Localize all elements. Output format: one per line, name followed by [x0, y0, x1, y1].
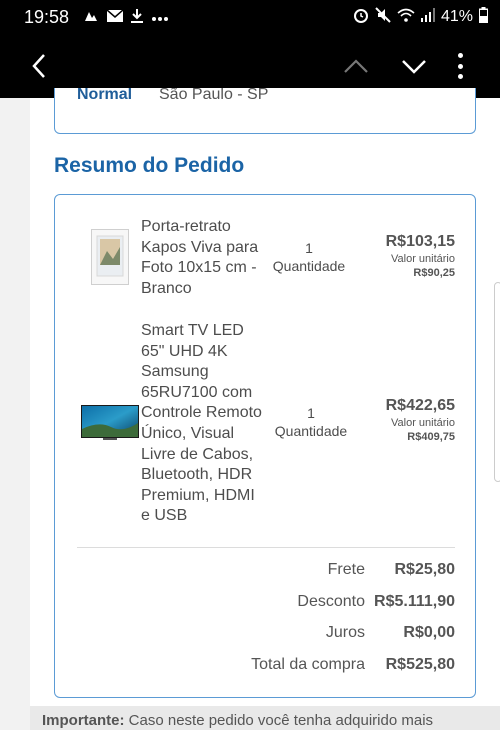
back-arrow-icon[interactable]: [28, 52, 52, 80]
item-name-line: Porta-retrato: [141, 218, 231, 235]
shipping-card: Normal São Paulo - SP: [54, 88, 476, 134]
item-quantity: 1: [307, 405, 315, 421]
dot: [457, 63, 463, 69]
item-quantity: 1: [305, 240, 313, 256]
item-name-line: Único, Visual: [141, 424, 235, 442]
item-unit-label: Valor unitário: [391, 417, 455, 429]
summary-row-total: Total da compra R$525,80: [55, 656, 477, 680]
alarm-icon: [353, 7, 369, 28]
item-unit-value: R$409,75: [407, 431, 455, 443]
dot: [457, 53, 463, 58]
item-quantity-label: Quantidade: [274, 423, 348, 439]
shipping-type: Normal: [77, 88, 133, 103]
item-name-line: Foto 10x15 cm -: [141, 259, 257, 277]
chevron-down-icon[interactable]: [400, 54, 428, 78]
item-name-line: 65" UHD 4K: [141, 342, 228, 360]
summary-row-juros: Juros R$0,00: [55, 624, 477, 648]
notice-text: Caso neste pedido você tenha adquirido m…: [124, 712, 434, 729]
item-name-line: Premium, HDMI: [141, 486, 255, 504]
item-name: Porta-retrato Kapos Viva para Foto 10x15…: [141, 217, 258, 299]
item-name-line: Branco: [141, 279, 192, 297]
more-vertical-icon[interactable]: [452, 50, 468, 82]
order-summary-card: Porta-retrato Kapos Viva para Foto 10x15…: [54, 194, 476, 698]
summary-value: R$525,80: [385, 656, 455, 673]
summary-label: Desconto: [297, 593, 365, 610]
item-name-line: Samsung: [141, 363, 209, 381]
status-time: 19:58: [24, 6, 70, 27]
mail-icon: [106, 9, 124, 25]
important-notice: Importante: Caso neste pedido você tenha…: [30, 706, 500, 730]
summary-label: Juros: [325, 624, 365, 641]
dot: [457, 74, 463, 79]
summary-value: R$0,00: [403, 624, 455, 641]
download-icon: [131, 8, 144, 26]
item-name-line: 65RU7100 com: [141, 383, 253, 401]
item-price: R$103,15: [385, 233, 455, 250]
section-title: Resumo do Pedido: [54, 154, 245, 177]
summary-row-desconto: Desconto R$5.111,90: [55, 593, 477, 617]
scrollbar[interactable]: [494, 282, 500, 482]
product-thumbnail-photo-frame: [91, 229, 129, 285]
wifi-icon: [397, 8, 415, 27]
item-name-line: Kapos Viva para: [141, 238, 259, 256]
summary-label: Total da compra: [251, 656, 365, 673]
notice-label: Importante:: [42, 712, 125, 729]
product-thumbnail-tv: [81, 405, 139, 441]
item-name-line: Bluetooth, HDR: [141, 466, 253, 484]
status-bar: 19:58 41%: [0, 0, 500, 34]
item-price: R$422,65: [385, 397, 455, 414]
item-name-line: Smart TV LED: [141, 322, 244, 339]
item-unit-label: Valor unitário: [391, 253, 455, 265]
summary-value: R$25,80: [394, 561, 456, 578]
item-quantity-label: Quantidade: [272, 258, 346, 274]
content-area: Normal São Paulo - SP Resumo do Pedido P…: [0, 88, 500, 730]
item-name-line: Livre de Cabos,: [141, 445, 254, 463]
item-name-line: e USB: [141, 507, 188, 525]
summary-value: R$5.111,90: [374, 593, 455, 610]
battery-percent: 41%: [440, 8, 473, 25]
battery-icon: [478, 6, 489, 28]
item-name: Smart TV LED 65" UHD 4K Samsung 65RU7100…: [141, 321, 262, 527]
summary-label: Frete: [327, 561, 365, 578]
item-unit-value: R$90,25: [413, 267, 455, 279]
mute-icon: [375, 6, 391, 28]
notification-icon: [83, 9, 99, 26]
more-notifications-icon: [151, 9, 169, 25]
summary-row-frete: Frete R$25,80: [55, 561, 477, 585]
signal-icon: [420, 7, 435, 27]
item-name-line: Controle Remoto: [141, 404, 262, 422]
page: Normal São Paulo - SP Resumo do Pedido P…: [30, 88, 500, 730]
chevron-up-icon[interactable]: [342, 54, 370, 78]
divider: [77, 547, 455, 548]
shipping-city: São Paulo - SP: [159, 88, 269, 103]
